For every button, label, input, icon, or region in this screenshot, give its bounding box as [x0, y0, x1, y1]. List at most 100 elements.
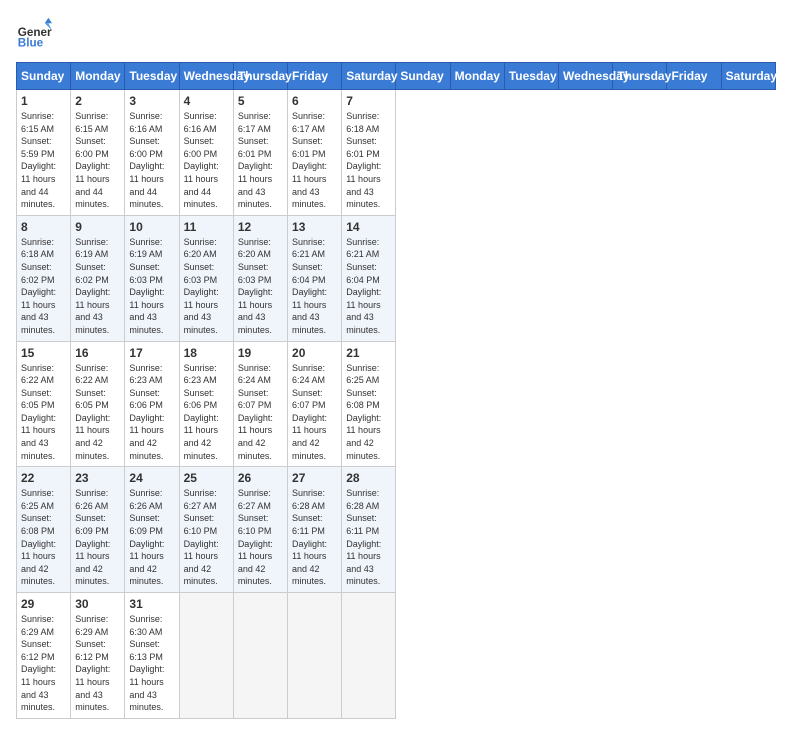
- day-header-monday: Monday: [450, 63, 504, 90]
- calendar-table: SundayMondayTuesdayWednesdayThursdayFrid…: [16, 62, 776, 719]
- calendar-cell: 19 Sunrise: 6:24 AM Sunset: 6:07 PM Dayl…: [233, 341, 287, 467]
- calendar-week-row: 15 Sunrise: 6:22 AM Sunset: 6:05 PM Dayl…: [17, 341, 776, 467]
- day-header-saturday: Saturday: [342, 63, 396, 90]
- calendar-week-row: 8 Sunrise: 6:18 AM Sunset: 6:02 PM Dayli…: [17, 215, 776, 341]
- day-number: 25: [184, 471, 229, 485]
- calendar-cell: 29 Sunrise: 6:29 AM Sunset: 6:12 PM Dayl…: [17, 593, 71, 719]
- calendar-cell: 10 Sunrise: 6:19 AM Sunset: 6:03 PM Dayl…: [125, 215, 179, 341]
- day-number: 2: [75, 94, 120, 108]
- day-info: Sunrise: 6:22 AM Sunset: 6:05 PM Dayligh…: [21, 362, 66, 463]
- day-number: 29: [21, 597, 66, 611]
- day-number: 4: [184, 94, 229, 108]
- day-number: 11: [184, 220, 229, 234]
- page-header: General Blue: [16, 16, 776, 52]
- calendar-cell: [179, 593, 233, 719]
- day-number: 28: [346, 471, 391, 485]
- day-info: Sunrise: 6:26 AM Sunset: 6:09 PM Dayligh…: [75, 487, 120, 588]
- calendar-cell: 27 Sunrise: 6:28 AM Sunset: 6:11 PM Dayl…: [288, 467, 342, 593]
- calendar-cell: 14 Sunrise: 6:21 AM Sunset: 6:04 PM Dayl…: [342, 215, 396, 341]
- day-info: Sunrise: 6:18 AM Sunset: 6:01 PM Dayligh…: [346, 110, 391, 211]
- calendar-cell: [342, 593, 396, 719]
- calendar-cell: 21 Sunrise: 6:25 AM Sunset: 6:08 PM Dayl…: [342, 341, 396, 467]
- svg-text:Blue: Blue: [18, 37, 44, 50]
- calendar-cell: 9 Sunrise: 6:19 AM Sunset: 6:02 PM Dayli…: [71, 215, 125, 341]
- day-header-monday: Monday: [71, 63, 125, 90]
- day-number: 7: [346, 94, 391, 108]
- day-info: Sunrise: 6:18 AM Sunset: 6:02 PM Dayligh…: [21, 236, 66, 337]
- day-info: Sunrise: 6:27 AM Sunset: 6:10 PM Dayligh…: [238, 487, 283, 588]
- day-info: Sunrise: 6:17 AM Sunset: 6:01 PM Dayligh…: [292, 110, 337, 211]
- calendar-cell: 6 Sunrise: 6:17 AM Sunset: 6:01 PM Dayli…: [288, 90, 342, 216]
- calendar-cell: 8 Sunrise: 6:18 AM Sunset: 6:02 PM Dayli…: [17, 215, 71, 341]
- calendar-cell: 13 Sunrise: 6:21 AM Sunset: 6:04 PM Dayl…: [288, 215, 342, 341]
- day-header-wednesday: Wednesday: [559, 63, 613, 90]
- day-number: 10: [129, 220, 174, 234]
- logo-icon: General Blue: [16, 16, 52, 52]
- day-header-tuesday: Tuesday: [125, 63, 179, 90]
- day-number: 31: [129, 597, 174, 611]
- day-number: 19: [238, 346, 283, 360]
- day-info: Sunrise: 6:22 AM Sunset: 6:05 PM Dayligh…: [75, 362, 120, 463]
- calendar-cell: [288, 593, 342, 719]
- calendar-cell: 30 Sunrise: 6:29 AM Sunset: 6:12 PM Dayl…: [71, 593, 125, 719]
- day-number: 23: [75, 471, 120, 485]
- day-info: Sunrise: 6:30 AM Sunset: 6:13 PM Dayligh…: [129, 613, 174, 714]
- day-number: 20: [292, 346, 337, 360]
- day-header-sunday: Sunday: [396, 63, 450, 90]
- day-number: 5: [238, 94, 283, 108]
- day-number: 15: [21, 346, 66, 360]
- calendar-week-row: 22 Sunrise: 6:25 AM Sunset: 6:08 PM Dayl…: [17, 467, 776, 593]
- day-number: 1: [21, 94, 66, 108]
- day-info: Sunrise: 6:21 AM Sunset: 6:04 PM Dayligh…: [292, 236, 337, 337]
- calendar-cell: 24 Sunrise: 6:26 AM Sunset: 6:09 PM Dayl…: [125, 467, 179, 593]
- calendar-cell: 17 Sunrise: 6:23 AM Sunset: 6:06 PM Dayl…: [125, 341, 179, 467]
- day-number: 30: [75, 597, 120, 611]
- day-info: Sunrise: 6:23 AM Sunset: 6:06 PM Dayligh…: [184, 362, 229, 463]
- day-number: 21: [346, 346, 391, 360]
- calendar-week-row: 1 Sunrise: 6:15 AM Sunset: 5:59 PM Dayli…: [17, 90, 776, 216]
- day-info: Sunrise: 6:29 AM Sunset: 6:12 PM Dayligh…: [75, 613, 120, 714]
- day-number: 26: [238, 471, 283, 485]
- day-info: Sunrise: 6:15 AM Sunset: 5:59 PM Dayligh…: [21, 110, 66, 211]
- day-info: Sunrise: 6:16 AM Sunset: 6:00 PM Dayligh…: [184, 110, 229, 211]
- day-info: Sunrise: 6:28 AM Sunset: 6:11 PM Dayligh…: [292, 487, 337, 588]
- day-info: Sunrise: 6:21 AM Sunset: 6:04 PM Dayligh…: [346, 236, 391, 337]
- day-number: 18: [184, 346, 229, 360]
- calendar-cell: 1 Sunrise: 6:15 AM Sunset: 5:59 PM Dayli…: [17, 90, 71, 216]
- calendar-cell: 28 Sunrise: 6:28 AM Sunset: 6:11 PM Dayl…: [342, 467, 396, 593]
- calendar-cell: 4 Sunrise: 6:16 AM Sunset: 6:00 PM Dayli…: [179, 90, 233, 216]
- day-header-saturday: Saturday: [721, 63, 775, 90]
- calendar-cell: 5 Sunrise: 6:17 AM Sunset: 6:01 PM Dayli…: [233, 90, 287, 216]
- day-info: Sunrise: 6:15 AM Sunset: 6:00 PM Dayligh…: [75, 110, 120, 211]
- day-number: 14: [346, 220, 391, 234]
- day-info: Sunrise: 6:26 AM Sunset: 6:09 PM Dayligh…: [129, 487, 174, 588]
- calendar-cell: 26 Sunrise: 6:27 AM Sunset: 6:10 PM Dayl…: [233, 467, 287, 593]
- day-info: Sunrise: 6:19 AM Sunset: 6:03 PM Dayligh…: [129, 236, 174, 337]
- calendar-cell: 25 Sunrise: 6:27 AM Sunset: 6:10 PM Dayl…: [179, 467, 233, 593]
- calendar-cell: 20 Sunrise: 6:24 AM Sunset: 6:07 PM Dayl…: [288, 341, 342, 467]
- day-header-sunday: Sunday: [17, 63, 71, 90]
- day-number: 3: [129, 94, 174, 108]
- calendar-cell: 11 Sunrise: 6:20 AM Sunset: 6:03 PM Dayl…: [179, 215, 233, 341]
- day-header-thursday: Thursday: [233, 63, 287, 90]
- day-header-friday: Friday: [667, 63, 721, 90]
- day-number: 9: [75, 220, 120, 234]
- calendar-header-row: SundayMondayTuesdayWednesdayThursdayFrid…: [17, 63, 776, 90]
- day-header-thursday: Thursday: [613, 63, 667, 90]
- calendar-cell: 15 Sunrise: 6:22 AM Sunset: 6:05 PM Dayl…: [17, 341, 71, 467]
- day-header-tuesday: Tuesday: [504, 63, 558, 90]
- day-number: 6: [292, 94, 337, 108]
- day-header-wednesday: Wednesday: [179, 63, 233, 90]
- calendar-cell: 22 Sunrise: 6:25 AM Sunset: 6:08 PM Dayl…: [17, 467, 71, 593]
- calendar-week-row: 29 Sunrise: 6:29 AM Sunset: 6:12 PM Dayl…: [17, 593, 776, 719]
- calendar-cell: 3 Sunrise: 6:16 AM Sunset: 6:00 PM Dayli…: [125, 90, 179, 216]
- calendar-cell: 12 Sunrise: 6:20 AM Sunset: 6:03 PM Dayl…: [233, 215, 287, 341]
- day-info: Sunrise: 6:20 AM Sunset: 6:03 PM Dayligh…: [238, 236, 283, 337]
- day-info: Sunrise: 6:24 AM Sunset: 6:07 PM Dayligh…: [238, 362, 283, 463]
- day-info: Sunrise: 6:20 AM Sunset: 6:03 PM Dayligh…: [184, 236, 229, 337]
- day-info: Sunrise: 6:17 AM Sunset: 6:01 PM Dayligh…: [238, 110, 283, 211]
- day-info: Sunrise: 6:27 AM Sunset: 6:10 PM Dayligh…: [184, 487, 229, 588]
- day-info: Sunrise: 6:24 AM Sunset: 6:07 PM Dayligh…: [292, 362, 337, 463]
- calendar-cell: [233, 593, 287, 719]
- day-number: 12: [238, 220, 283, 234]
